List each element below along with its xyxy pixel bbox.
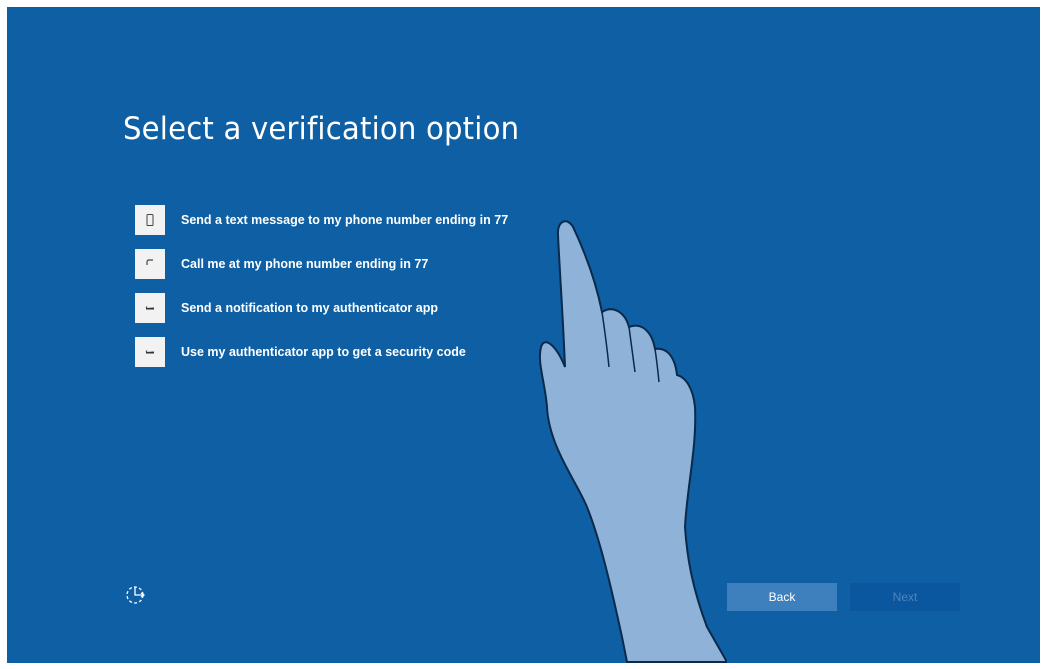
next-button: Next bbox=[850, 583, 960, 611]
page-title: Select a verification option bbox=[123, 111, 520, 147]
option-label: Call me at my phone number ending in 77 bbox=[181, 257, 429, 271]
option-label: Send a notification to my authenticator … bbox=[181, 301, 438, 315]
option-authenticator-notification[interactable]: Send a notification to my authenticator … bbox=[135, 286, 655, 330]
ease-of-access-icon[interactable] bbox=[123, 581, 149, 607]
verification-screen: Select a verification option Send a text… bbox=[7, 7, 1040, 663]
option-label: Use my authenticator app to get a securi… bbox=[181, 345, 466, 359]
option-authenticator-code[interactable]: Use my authenticator app to get a securi… bbox=[135, 330, 655, 374]
authenticator-icon bbox=[135, 293, 165, 323]
back-button[interactable]: Back bbox=[727, 583, 837, 611]
option-text-message[interactable]: Send a text message to my phone number e… bbox=[135, 198, 655, 242]
call-icon bbox=[135, 249, 165, 279]
verification-options-list: Send a text message to my phone number e… bbox=[135, 198, 655, 374]
option-label: Send a text message to my phone number e… bbox=[181, 213, 509, 227]
option-call[interactable]: Call me at my phone number ending in 77 bbox=[135, 242, 655, 286]
authenticator-icon bbox=[135, 337, 165, 367]
phone-icon bbox=[135, 205, 165, 235]
